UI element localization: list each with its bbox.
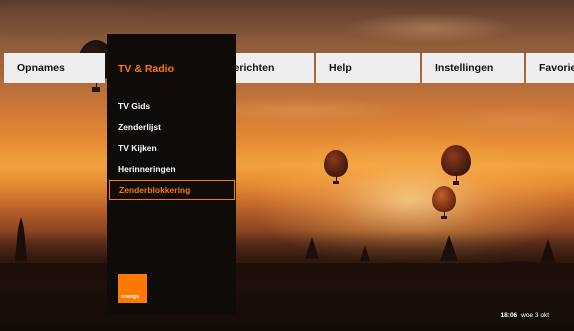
submenu-item-zenderlijst[interactable]: Zenderlijst [109, 117, 235, 137]
clock-time: 18:06 [500, 312, 518, 319]
tv-radio-dropdown-panel: TV & Radio TV Gids Zenderlijst TV Kijken… [107, 34, 236, 314]
submenu-item-zenderblokkering-selected[interactable]: Zenderblokkering [109, 180, 235, 200]
menu-item-label: Favorieten [539, 62, 574, 74]
balloon-image [324, 150, 348, 184]
menu-item-label: Opnames [17, 62, 65, 74]
submenu-item-herinneringen[interactable]: Herinneringen [109, 159, 235, 179]
menu-item-help[interactable]: Help [316, 53, 420, 83]
menu-item-instellingen[interactable]: Instellingen [422, 53, 524, 83]
background-skyline [0, 231, 574, 331]
clock-date: woe 3 okt [521, 312, 549, 319]
logo-text: orange [121, 294, 140, 300]
balloon-image [441, 145, 471, 185]
menu-item-label: Instellingen [435, 62, 494, 74]
menu-item-label: Help [329, 62, 352, 74]
submenu-item-tv-kijken[interactable]: TV Kijken [109, 138, 235, 158]
menu-item-tv-radio-active[interactable]: TV & Radio [118, 63, 174, 75]
orange-logo: orange [118, 274, 147, 303]
tv-screen [0, 0, 574, 331]
balloon-image [432, 186, 456, 219]
menu-item-opnames[interactable]: Opnames [4, 53, 105, 83]
top-menu-bar: Opnames Berichten Help Instellingen Favo… [0, 53, 574, 83]
submenu-item-tv-gids[interactable]: TV Gids [109, 96, 235, 116]
status-clock: 18:06 woe 3 okt [501, 312, 549, 319]
menu-item-favorieten[interactable]: Favorieten [526, 53, 574, 83]
